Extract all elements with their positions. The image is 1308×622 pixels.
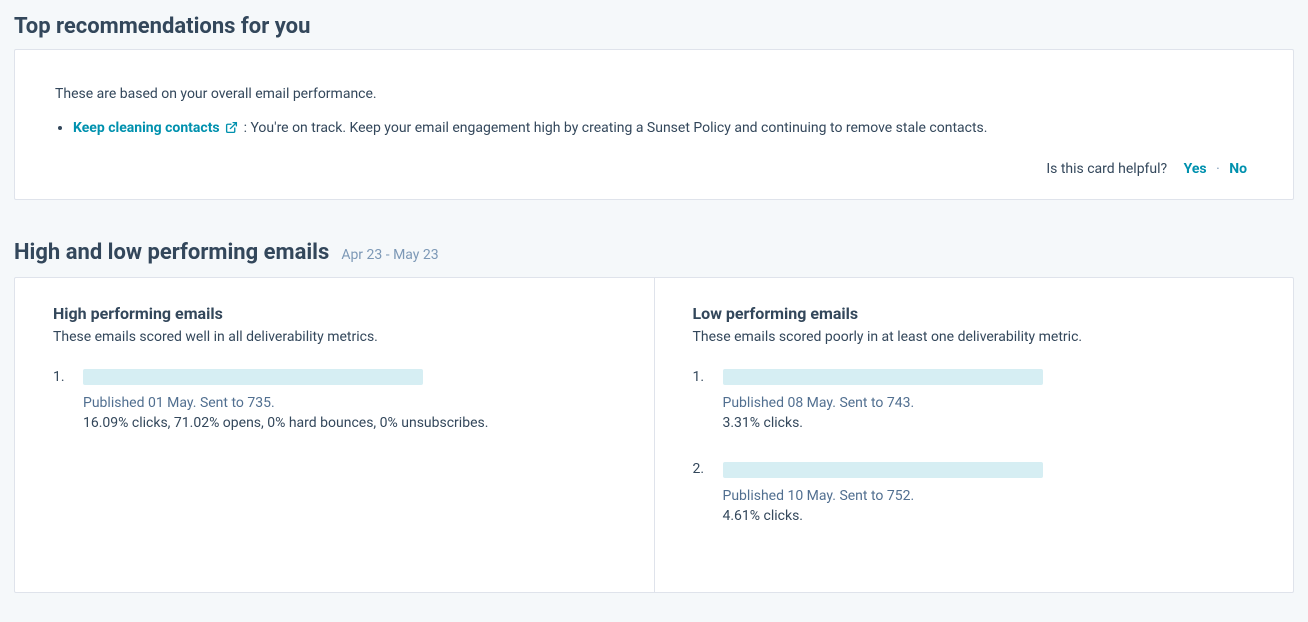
email-link[interactable] — [723, 369, 1043, 385]
email-link[interactable] — [83, 369, 423, 385]
low-heading: Low performing emails — [693, 304, 1256, 323]
email-meta: Published 01 May. Sent to 735. — [83, 395, 616, 411]
list-item: Published 10 May. Sent to 752. 4.61% cli… — [693, 461, 1256, 523]
external-link-icon — [225, 120, 238, 141]
helpful-yes-link[interactable]: Yes — [1184, 161, 1207, 177]
low-email-list: Published 08 May. Sent to 743. 3.31% cli… — [693, 369, 1256, 524]
recommendation-body: You're on track. Keep your email engagem… — [250, 120, 987, 136]
page-root: Top recommendations for you These are ba… — [0, 0, 1308, 593]
list-item: Published 08 May. Sent to 743. 3.31% cli… — [693, 369, 1256, 431]
email-link[interactable] — [723, 461, 1043, 477]
email-stats: 3.31% clicks. — [723, 415, 1256, 431]
recommendations-intro: These are based on your overall email pe… — [55, 86, 1253, 102]
high-description: These emails scored well in all delivera… — [53, 329, 616, 345]
high-heading: High performing emails — [53, 304, 616, 323]
recommendations-card: These are based on your overall email pe… — [14, 49, 1294, 200]
recommendation-colon: : — [240, 120, 250, 136]
high-email-list: Published 01 May. Sent to 735. 16.09% cl… — [53, 369, 616, 431]
helpful-row: Is this card helpful? Yes · No — [55, 161, 1253, 177]
email-stats: 16.09% clicks, 71.02% opens, 0% hard bou… — [83, 415, 616, 431]
email-meta: Published 08 May. Sent to 743. — [723, 395, 1256, 411]
low-description: These emails scored poorly in at least o… — [693, 329, 1256, 345]
performance-title: High and low performing emails — [14, 240, 329, 265]
redacted-email-name — [723, 462, 1043, 478]
performance-card: High performing emails These emails scor… — [14, 277, 1294, 593]
recommendations-title: Top recommendations for you — [14, 14, 1294, 39]
helpful-no-link[interactable]: No — [1229, 161, 1247, 177]
recommendations-list: Keep cleaning contacts : You're on track… — [55, 118, 1253, 141]
recommendation-link-text: Keep cleaning contacts — [73, 120, 220, 136]
performance-date-range: Apr 23 - May 23 — [341, 247, 438, 263]
keep-cleaning-contacts-link[interactable]: Keep cleaning contacts — [73, 120, 240, 136]
high-performing-column: High performing emails These emails scor… — [15, 278, 654, 592]
email-meta: Published 10 May. Sent to 752. — [723, 488, 1256, 504]
redacted-email-name — [83, 369, 423, 385]
email-stats: 4.61% clicks. — [723, 508, 1256, 524]
recommendation-item: Keep cleaning contacts : You're on track… — [73, 118, 1253, 141]
redacted-email-name — [723, 369, 1043, 385]
list-item: Published 01 May. Sent to 735. 16.09% cl… — [53, 369, 616, 431]
separator-dot: · — [1216, 161, 1220, 177]
helpful-prompt: Is this card helpful? — [1046, 161, 1167, 177]
low-performing-column: Low performing emails These emails score… — [655, 278, 1294, 592]
performance-header: High and low performing emails Apr 23 - … — [14, 240, 1294, 265]
